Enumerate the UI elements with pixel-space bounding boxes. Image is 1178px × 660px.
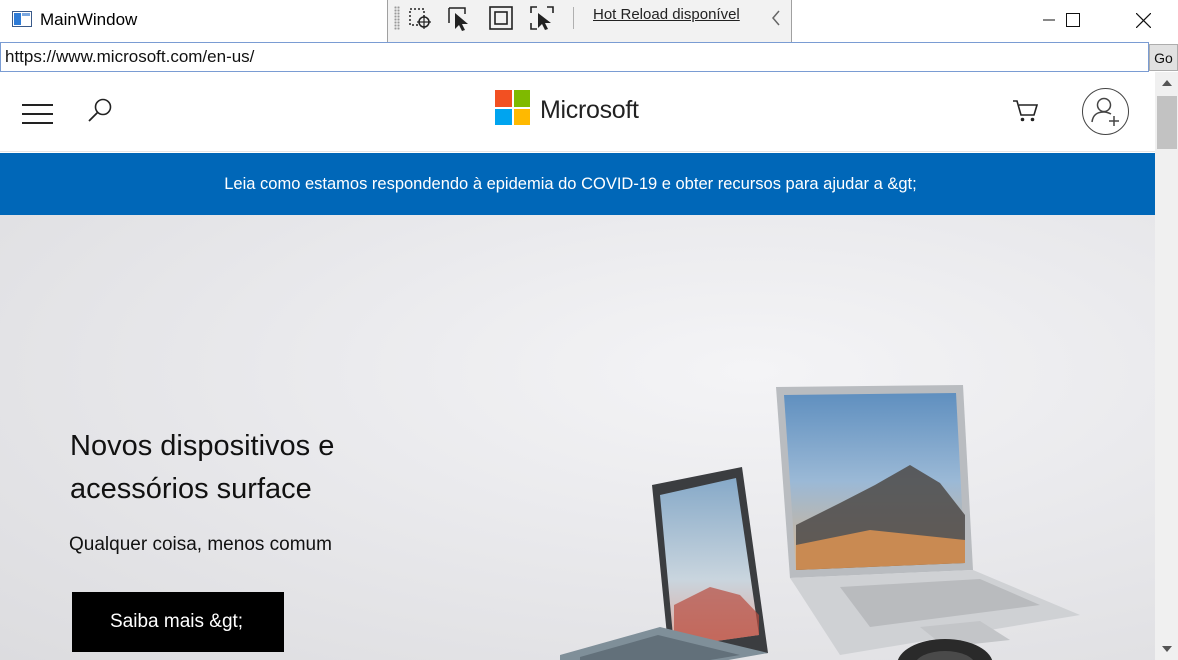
close-icon bbox=[1135, 12, 1151, 28]
banner-text[interactable]: Leia como estamos respondendo à epidemia… bbox=[224, 175, 916, 194]
hero-section: Novos dispositivos e acessórios surface … bbox=[0, 215, 1155, 660]
pointer-button[interactable] bbox=[446, 4, 474, 32]
site-header: Microsoft bbox=[0, 72, 1155, 152]
address-bar[interactable]: https://www.microsoft.com/en-us/ bbox=[0, 42, 1149, 72]
toolbar-separator bbox=[573, 7, 574, 29]
maximize-button[interactable] bbox=[1050, 0, 1096, 40]
arrow-down-icon bbox=[1161, 646, 1172, 652]
close-button[interactable] bbox=[1120, 0, 1166, 40]
hero-title: Novos dispositivos e acessórios surface bbox=[70, 430, 335, 505]
app-window-icon bbox=[12, 11, 32, 27]
go-button[interactable]: Go bbox=[1149, 44, 1178, 71]
track-focus-button[interactable] bbox=[528, 4, 556, 32]
web-page: Microsoft Leia como estamos respondendo … bbox=[0, 72, 1155, 660]
scroll-up-button[interactable] bbox=[1155, 72, 1178, 94]
learn-more-button[interactable]: Saiba mais &gt; bbox=[72, 592, 284, 652]
hamburger-menu-icon[interactable] bbox=[22, 104, 54, 126]
collapse-toolbar-button[interactable] bbox=[771, 10, 781, 31]
surface-devices-image bbox=[560, 385, 1080, 660]
cart-icon[interactable] bbox=[1012, 98, 1040, 129]
select-element-icon bbox=[409, 8, 431, 29]
maximize-icon bbox=[1066, 13, 1080, 27]
arrow-up-icon bbox=[1161, 80, 1172, 86]
hero-subtitle: Qualquer coisa, menos comum bbox=[69, 534, 332, 555]
url-input[interactable]: https://www.microsoft.com/en-us/ bbox=[5, 47, 254, 67]
search-icon[interactable] bbox=[86, 96, 116, 131]
layout-adorner-button[interactable] bbox=[487, 4, 515, 32]
account-add-icon[interactable] bbox=[1082, 88, 1129, 135]
scroll-down-button[interactable] bbox=[1155, 638, 1178, 660]
toolbar-grip-icon[interactable] bbox=[394, 6, 400, 30]
covid-banner[interactable]: Leia como estamos respondendo à epidemia… bbox=[0, 153, 1155, 215]
hot-reload-label[interactable]: Hot Reload disponível bbox=[593, 6, 740, 23]
pointer-icon bbox=[448, 7, 468, 31]
track-focus-icon bbox=[530, 6, 554, 30]
chevron-left-icon bbox=[772, 10, 780, 26]
microsoft-logo[interactable] bbox=[495, 90, 530, 125]
layout-adorner-icon bbox=[489, 6, 513, 30]
vertical-scrollbar[interactable] bbox=[1155, 72, 1178, 660]
select-element-button[interactable] bbox=[406, 4, 434, 32]
scrollbar-thumb[interactable] bbox=[1157, 96, 1177, 149]
window-title: MainWindow bbox=[40, 10, 138, 29]
logo-text[interactable]: Microsoft bbox=[540, 96, 639, 125]
